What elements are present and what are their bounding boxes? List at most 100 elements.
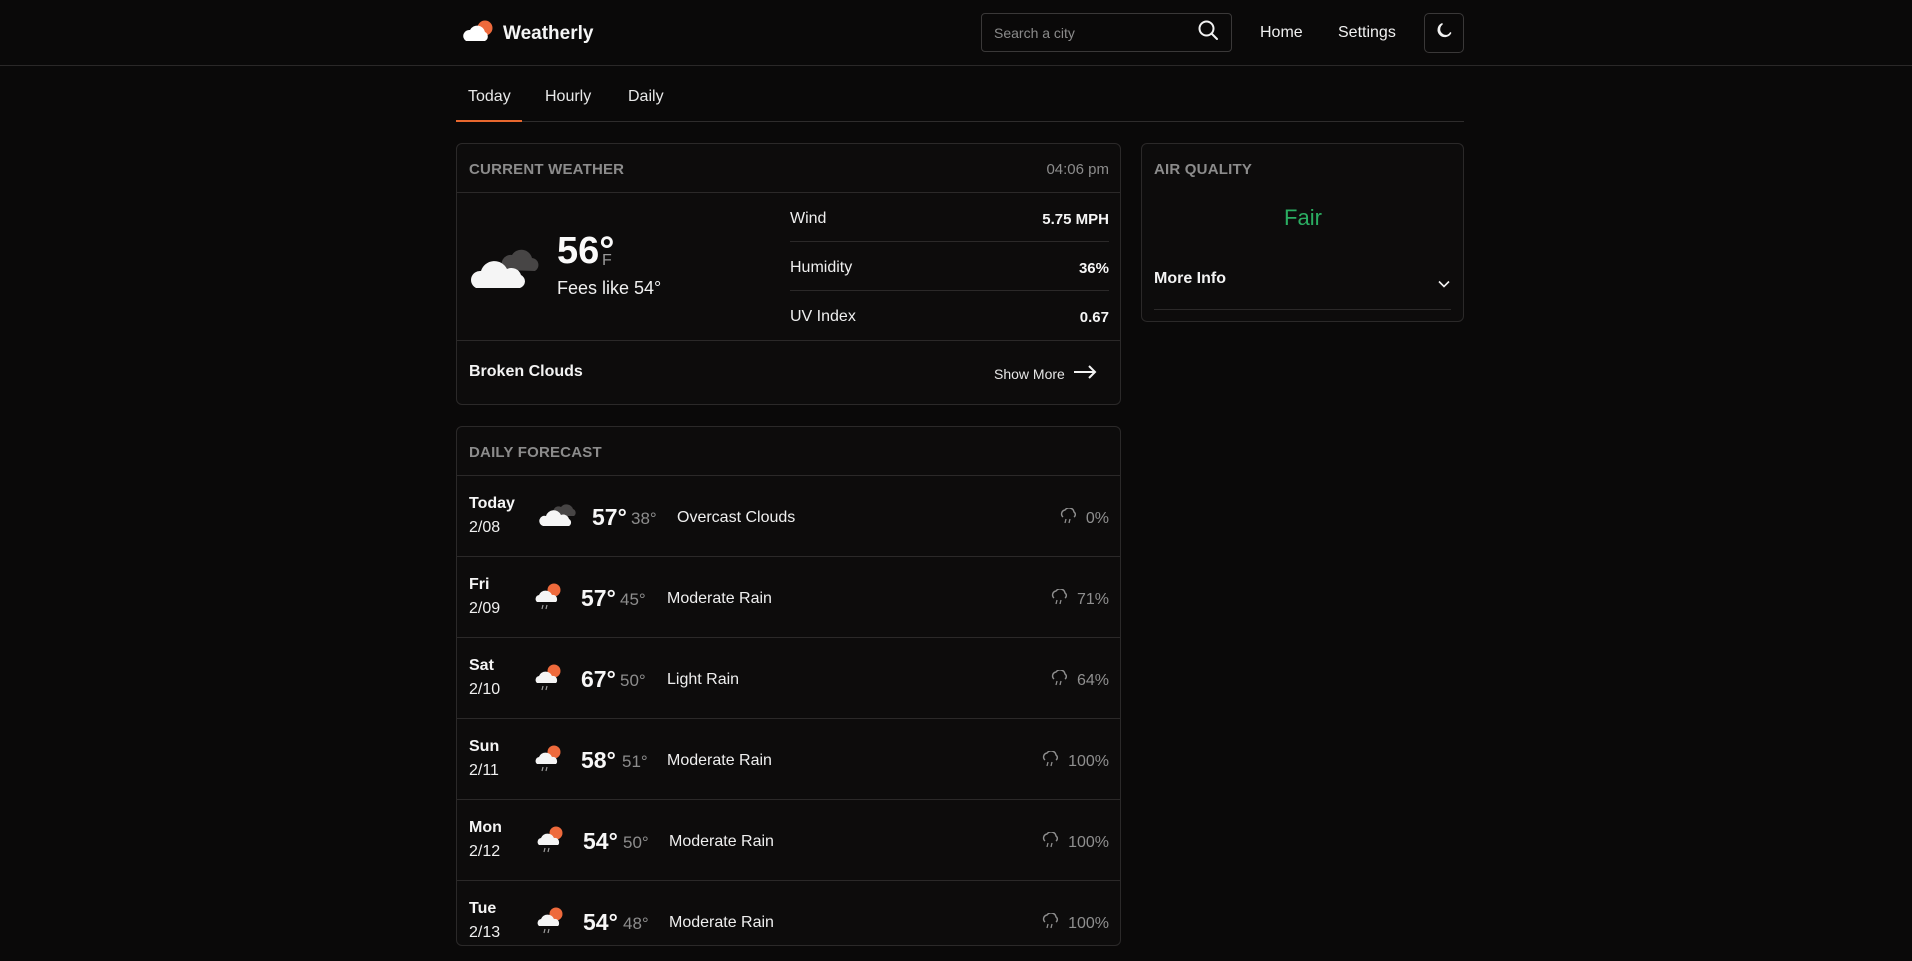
forecast-low: 50° [623,833,649,852]
forecast-description: Moderate Rain [669,914,774,931]
rain-sun-cloud-icon [532,743,566,780]
precipitation-chance: 100% [1068,752,1109,770]
rain-drop-icon [1051,669,1069,691]
precipitation-chance: 64% [1076,671,1109,689]
forecast-day: Tue [469,900,497,917]
precipitation: 100% [1042,831,1109,853]
forecast-date: 2/13 [469,924,501,941]
overcast-cloud-icon [539,500,577,533]
rain-sun-cloud-icon [534,824,568,861]
app-name: Weatherly [503,22,594,44]
show-more-label: Show More [994,365,1065,382]
forecast-low: 38° [631,509,657,528]
air-quality-value: Fair [1284,205,1322,230]
forecast-high: 54° [583,828,618,854]
chevron-down-icon [1438,275,1450,293]
forecast-day: Fri [469,576,490,593]
temperature-unit: F [602,252,612,269]
daily-forecast-title: DAILY FORECAST [469,444,602,461]
forecast-day: Sun [469,738,500,755]
forecast-high: 57° [581,585,616,611]
air-quality-card: AIR QUALITY Fair More Info [1141,143,1464,322]
forecast-description: Overcast Clouds [677,509,796,526]
forecast-description: Moderate Rain [669,833,774,850]
forecast-date: 2/12 [469,843,501,860]
divider [457,340,1120,341]
humidity-value: 36% [1078,260,1109,277]
rain-sun-cloud-icon [534,905,568,942]
precipitation: 0% [1060,507,1109,529]
theme-toggle-button[interactable] [1424,13,1464,53]
nav-home-link[interactable]: Home [1260,24,1303,42]
precipitation-chance: 100% [1068,833,1109,851]
rain-sun-cloud-icon [532,662,566,699]
feels-like-text: Fees like 54° [557,278,662,298]
moon-icon [1435,22,1453,45]
more-info-toggle[interactable]: More Info [1142,254,1463,302]
tab-daily[interactable]: Daily [628,88,664,106]
precipitation: 64% [1051,669,1109,691]
forecast-low: 50° [620,671,646,690]
divider [790,241,1109,242]
nav-settings-link[interactable]: Settings [1338,24,1396,42]
rain-sun-cloud-icon [532,581,566,618]
forecast-date: 2/08 [469,519,501,536]
forecast-description: Moderate Rain [667,752,772,769]
wind-label: Wind [790,210,827,227]
app-logo-icon [463,19,495,48]
current-condition: Broken Clouds [469,363,583,380]
view-tabs: Today Hourly Daily [456,76,1464,122]
forecast-row[interactable]: Tue 2/13 54° 48° Moderate Rain 100% [457,880,1120,961]
rain-drop-icon [1042,831,1060,853]
city-search-box[interactable] [981,13,1232,52]
wind-value: 5.75 MPH [1042,211,1109,228]
rain-drop-icon [1042,912,1060,934]
forecast-date: 2/11 [469,762,499,779]
forecast-low: 48° [623,914,649,933]
forecast-row[interactable]: Fri 2/09 57° 45° Moderate Rain 71% [457,556,1120,637]
rain-drop-icon [1051,588,1069,610]
forecast-date: 2/09 [469,600,501,617]
air-quality-title: AIR QUALITY [1154,161,1253,178]
precipitation: 71% [1051,588,1109,610]
forecast-high: 67° [581,666,616,692]
precipitation-chance: 71% [1076,590,1109,608]
precipitation: 100% [1042,912,1109,934]
forecast-row[interactable]: Mon 2/12 54° 50° Moderate Rain 100% [457,799,1120,880]
show-more-button[interactable]: Show More [994,365,1097,382]
broken-clouds-icon [470,240,546,297]
forecast-low: 45° [620,590,646,609]
current-weather-card: CURRENT WEATHER 04:06 pm 56° F Fees like… [456,143,1121,405]
forecast-row[interactable]: Sun 2/11 58° 51° Moderate Rain 100% [457,718,1120,799]
divider [457,192,1120,193]
divider [790,290,1109,291]
humidity-label: Humidity [790,259,853,276]
rain-drop-icon [1060,507,1078,529]
more-info-label: More Info [1154,270,1226,287]
forecast-date: 2/10 [469,681,501,698]
search-icon[interactable] [1197,19,1219,46]
tab-today[interactable]: Today [468,88,511,106]
divider [1154,309,1451,310]
forecast-description: Moderate Rain [667,590,772,607]
top-bar: Weatherly Home Settings [0,0,1912,66]
rain-drop-icon [1042,750,1060,772]
brand[interactable]: Weatherly [463,19,593,48]
forecast-description: Light Rain [667,671,740,688]
current-time: 04:06 pm [1046,161,1109,178]
forecast-row[interactable]: Today 2/08 57° 38° Overcast Clouds 0% [457,475,1120,556]
forecast-day: Mon [469,819,502,836]
forecast-high: 58° [581,747,616,773]
precipitation-chance: 0% [1085,509,1109,527]
daily-forecast-card: DAILY FORECAST Today 2/08 57° 38° Overca… [456,426,1121,946]
forecast-day: Today [469,495,515,512]
forecast-row[interactable]: Sat 2/10 67° 50° Light Rain 64% [457,637,1120,718]
tab-hourly[interactable]: Hourly [545,88,591,106]
forecast-day: Sat [469,657,494,674]
active-tab-indicator [456,120,522,122]
forecast-high: 57° [592,504,627,530]
forecast-high: 54° [583,909,618,935]
search-input[interactable] [994,24,1189,41]
current-weather-title: CURRENT WEATHER [469,161,625,178]
uv-index-label: UV Index [790,308,856,325]
